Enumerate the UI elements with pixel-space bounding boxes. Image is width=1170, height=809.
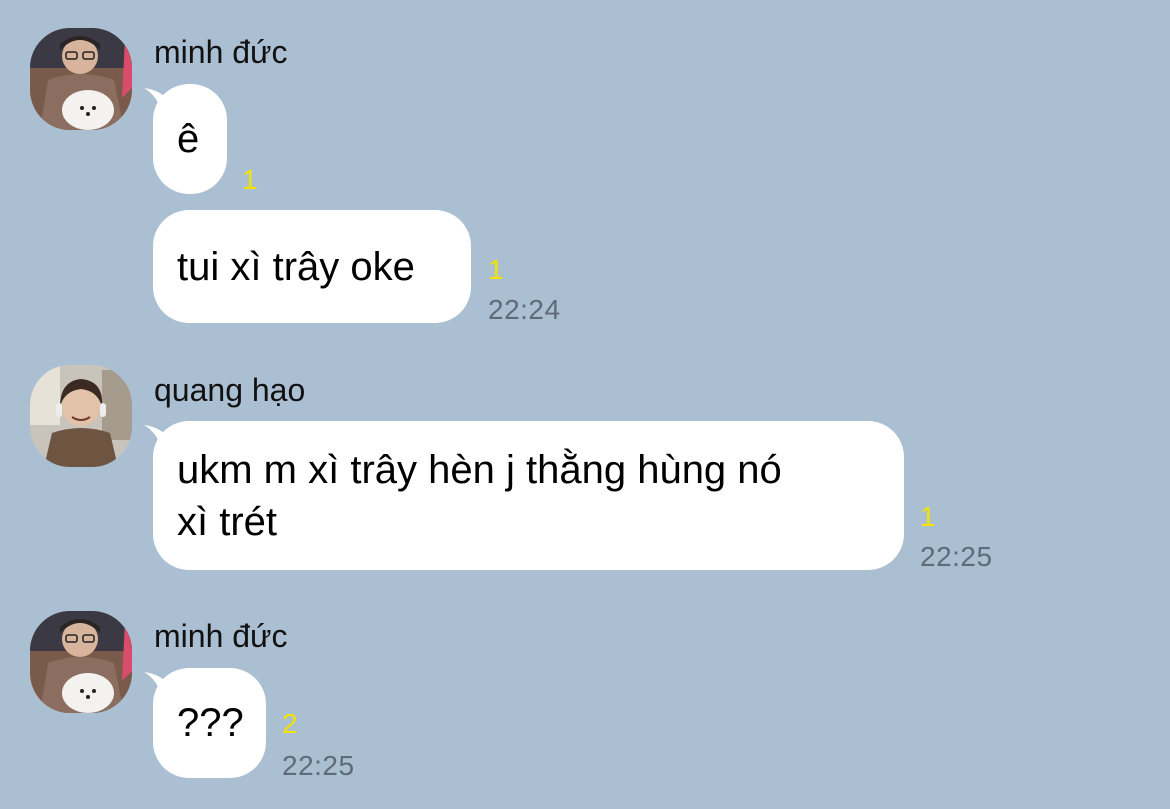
sender-name: quang hạo [154,372,306,408]
message-text: tui xì trây oke [177,244,415,289]
avatar-minh-duc[interactable] [30,28,132,130]
message-bubble[interactable]: ??? [153,668,266,778]
unread-count: 1 [242,164,258,195]
message-bubble[interactable]: ê [153,84,227,194]
sender-name: minh đức [154,618,288,654]
profile-photo-icon [30,28,132,130]
message-text: ê [177,117,200,161]
message-bubble[interactable]: tui xì trây oke [153,210,471,323]
message-bubble[interactable]: ukm m xì trây hèn j thằng hùng nó xì tré… [153,421,904,570]
unread-count: 1 [488,254,504,285]
message-time: 22:24 [488,294,561,325]
profile-photo-icon [30,365,132,467]
message-time: 22:25 [920,541,993,572]
message-text: ??? [177,701,244,745]
message-text: ukm m xì trây hèn j thằng hùng nó xì tré… [177,447,782,544]
avatar-quang-hao[interactable] [30,365,132,467]
profile-photo-icon [30,611,132,713]
sender-name: minh đức [154,34,288,70]
message-time: 22:25 [282,750,355,781]
unread-count: 1 [920,501,936,532]
avatar-minh-duc[interactable] [30,611,132,713]
unread-count: 2 [282,708,298,739]
